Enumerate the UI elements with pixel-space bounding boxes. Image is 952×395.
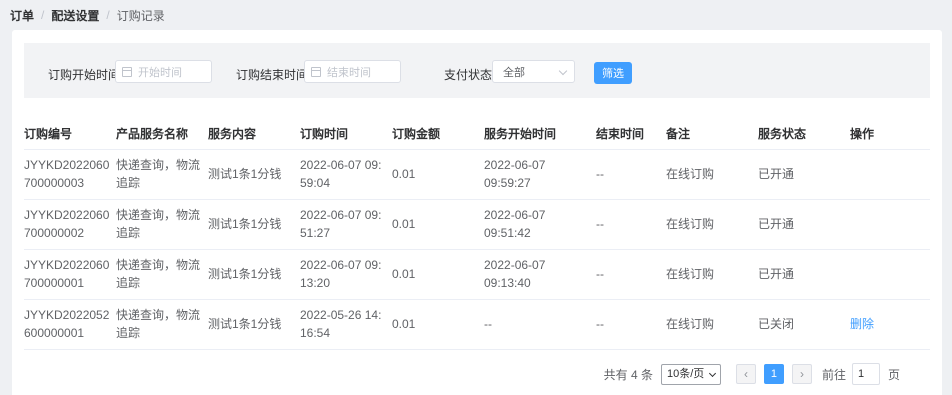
end-time-cell: -- — [596, 249, 666, 300]
remark-cell: 在线订购 — [666, 249, 758, 300]
col-order-time: 订购时间 — [300, 119, 392, 150]
payment-status-value: 全部 — [503, 66, 525, 79]
action-cell: 删除 — [850, 299, 930, 350]
goto-label: 前往 — [821, 367, 846, 382]
table-row: JYYKD2022052600000001 快递查询，物流追踪 测试1条1分钱 … — [24, 299, 930, 350]
start-time-label: 订购开始时间 — [48, 68, 121, 82]
col-status: 服务状态 — [758, 119, 850, 150]
orders-table: 订购编号 产品服务名称 服务内容 订购时间 订购金额 服务开始时间 结束时间 备… — [24, 119, 930, 350]
product-cell: 快递查询，物流追踪 — [116, 149, 208, 200]
page-size-value: 10条/页 — [666, 367, 705, 380]
table-row: JYYKD2022060700000002 快递查询，物流追踪 测试1条1分钱 … — [24, 199, 930, 250]
order-time-cell: 2022-05-26 14:16:54 — [300, 299, 392, 350]
content-cell: 测试1条1分钱 — [208, 149, 300, 200]
col-order-id: 订购编号 — [24, 119, 116, 150]
breadcrumb-orders[interactable]: 订单 — [10, 7, 34, 24]
end-time-cell: -- — [596, 299, 666, 350]
action-cell — [850, 249, 930, 300]
amount-cell: 0.01 — [392, 249, 484, 300]
end-time-cell: -- — [596, 199, 666, 250]
filter-button[interactable]: 筛选 — [594, 62, 632, 84]
page-size-select[interactable]: 10条/页 — [660, 363, 721, 385]
calendar-icon — [311, 66, 321, 77]
start-time-cell: -- — [484, 299, 596, 350]
calendar-icon — [122, 66, 132, 77]
status-cell: 已开通 — [758, 249, 850, 300]
payment-status-label: 支付状态 — [444, 68, 493, 82]
content-cell: 测试1条1分钱 — [208, 249, 300, 300]
start-time-cell: 2022-06-07 09:13:40 — [484, 249, 596, 300]
chevron-down-icon — [708, 369, 717, 377]
order-time-cell: 2022-06-07 09:13:20 — [300, 249, 392, 300]
col-product: 产品服务名称 — [116, 119, 208, 150]
breadcrumb-separator: / — [106, 8, 110, 22]
remark-cell: 在线订购 — [666, 299, 758, 350]
action-cell — [850, 199, 930, 250]
order-id-cell: JYYKD2022060700000002 — [24, 199, 116, 250]
order-id-cell: JYYKD2022060700000001 — [24, 249, 116, 300]
order-time-cell: 2022-06-07 09:51:27 — [300, 199, 392, 250]
remark-cell: 在线订购 — [666, 199, 758, 250]
remark-cell: 在线订购 — [666, 149, 758, 200]
page-number-current[interactable]: 1 — [763, 364, 784, 384]
order-id-cell: JYYKD2022060700000003 — [24, 149, 116, 200]
status-cell: 已开通 — [758, 199, 850, 250]
content-cell: 测试1条1分钱 — [208, 199, 300, 250]
table-header-row: 订购编号 产品服务名称 服务内容 订购时间 订购金额 服务开始时间 结束时间 备… — [24, 119, 930, 150]
payment-status-select[interactable]: 全部 — [492, 60, 575, 83]
start-time-cell: 2022-06-07 09:59:27 — [484, 149, 596, 200]
breadcrumb-delivery-settings[interactable]: 配送设置 — [51, 7, 99, 24]
page-suffix: 页 — [887, 367, 900, 382]
col-action: 操作 — [850, 119, 930, 150]
col-end-time: 结束时间 — [596, 119, 666, 150]
table-row: JYYKD2022060700000001 快递查询，物流追踪 测试1条1分钱 … — [24, 249, 930, 300]
main-card: 订购开始时间 开始时间 订购结束时间 结束时间 支付状态 全部 筛选 订购编号 … — [12, 30, 942, 395]
breadcrumb-separator: / — [41, 8, 45, 22]
status-cell: 已关闭 — [758, 299, 850, 350]
product-cell: 快递查询，物流追踪 — [116, 199, 208, 250]
order-time-cell: 2022-06-07 09:59:04 — [300, 149, 392, 200]
end-time-cell: -- — [596, 149, 666, 200]
col-remark: 备注 — [666, 119, 758, 150]
action-cell — [850, 149, 930, 200]
amount-cell: 0.01 — [392, 199, 484, 250]
start-time-input[interactable]: 开始时间 — [115, 60, 212, 83]
total-count: 共有 4 条 — [603, 367, 653, 382]
next-page-button[interactable]: › — [791, 364, 812, 384]
amount-cell: 0.01 — [392, 149, 484, 200]
goto-page-input[interactable]: 1 — [851, 363, 880, 385]
col-amount: 订购金额 — [392, 119, 484, 150]
prev-page-button[interactable]: ‹ — [735, 364, 756, 384]
amount-cell: 0.01 — [392, 299, 484, 350]
start-time-cell: 2022-06-07 09:51:42 — [484, 199, 596, 250]
breadcrumb: 订单 / 配送设置 / 订购记录 — [10, 7, 165, 23]
order-id-cell: JYYKD2022052600000001 — [24, 299, 116, 350]
table-row: JYYKD2022060700000003 快递查询，物流追踪 测试1条1分钱 … — [24, 149, 930, 200]
start-time-placeholder: 开始时间 — [138, 66, 182, 79]
end-time-label: 订购结束时间 — [236, 68, 309, 82]
chevron-down-icon — [558, 66, 568, 76]
content-cell: 测试1条1分钱 — [208, 299, 300, 350]
end-time-placeholder: 结束时间 — [327, 66, 371, 79]
pagination: 共有 4 条 10条/页 ‹ 1 › 前往 1 页 — [604, 363, 900, 385]
delete-link[interactable]: 删除 — [850, 317, 874, 331]
end-time-input[interactable]: 结束时间 — [304, 60, 401, 83]
status-cell: 已开通 — [758, 149, 850, 200]
product-cell: 快递查询，物流追踪 — [116, 299, 208, 350]
product-cell: 快递查询，物流追踪 — [116, 249, 208, 300]
col-start-time: 服务开始时间 — [484, 119, 596, 150]
col-content: 服务内容 — [208, 119, 300, 150]
breadcrumb-current: 订购记录 — [116, 8, 165, 23]
